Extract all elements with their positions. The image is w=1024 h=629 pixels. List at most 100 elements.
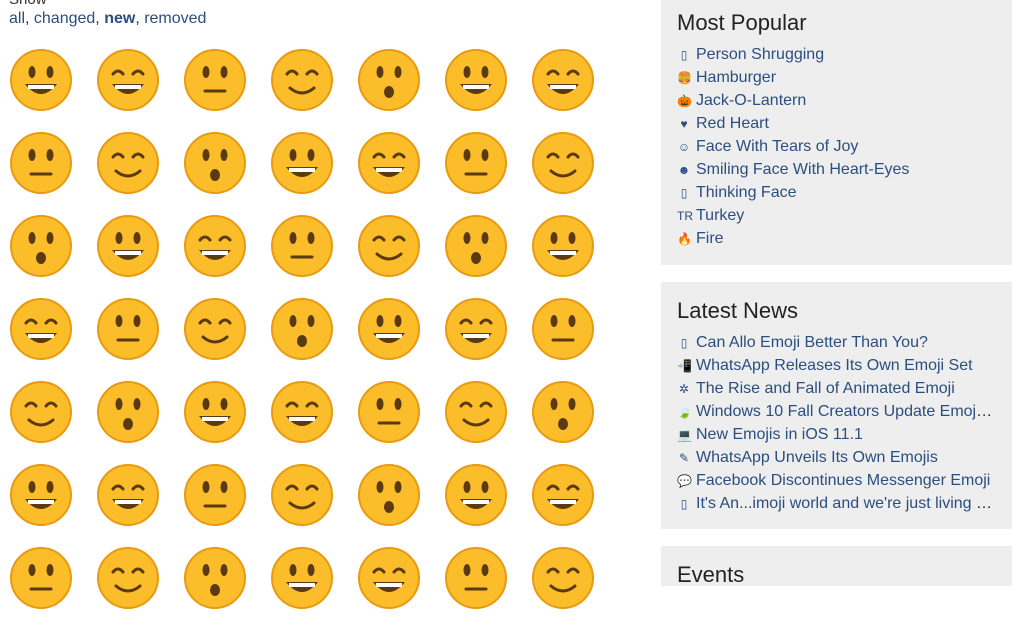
smiling-face-heart-eyes-emoji[interactable] xyxy=(444,131,531,214)
face-throwing-kiss-emoji[interactable] xyxy=(531,131,618,214)
most-popular-link[interactable]: TR Turkey xyxy=(677,207,744,224)
zipper-mouth-face-emoji[interactable] xyxy=(270,380,357,463)
most-popular-link[interactable]: 🎃 Jack-O-Lantern xyxy=(677,92,806,109)
most-popular-link[interactable]: ☺ Face With Tears of Joy xyxy=(677,138,859,155)
list-item: ▯ Thinking Face xyxy=(677,182,995,205)
most-popular-link[interactable]: 🔥 Fire xyxy=(677,230,724,247)
list-item: ☻ Smiling Face With Heart-Eyes xyxy=(677,159,995,182)
most-popular-link[interactable]: ▯ Person Shrugging xyxy=(677,46,824,63)
latest-news-link[interactable]: ▯ Can Allo Emoji Better Than You? xyxy=(677,334,928,351)
most-popular-link[interactable]: 🍔 Hamburger xyxy=(677,69,776,86)
thinking-face-emoji[interactable] xyxy=(9,297,96,380)
link-label: Facebook Discontinues Messenger Emoji xyxy=(696,472,991,489)
filter-removed-link[interactable]: removed xyxy=(144,10,206,27)
persevering-face-emoji[interactable] xyxy=(9,380,96,463)
rolling-on-floor-laughing-emoji[interactable] xyxy=(270,48,357,131)
kissing-face-closed-eyes-icon xyxy=(184,215,246,277)
kissing-face-icon xyxy=(10,215,72,277)
relieved-face-emoji[interactable] xyxy=(96,463,183,546)
person-shrugging-icon: ▯ xyxy=(680,48,688,62)
face-stuck-out-tongue-closed-eyes-emoji[interactable] xyxy=(357,463,444,546)
smiling-face-open-mouth-emoji[interactable] xyxy=(357,48,444,131)
latest-news-link[interactable]: 📲 WhatsApp Releases Its Own Emoji Set xyxy=(677,357,973,374)
smiling-face-smiling-eyes-emoji[interactable] xyxy=(183,131,270,214)
grinning-face-smiling-eyes-icon xyxy=(97,49,159,111)
neutral-face-emoji[interactable] xyxy=(183,297,270,380)
show-label: Show xyxy=(9,0,47,8)
most-popular-link[interactable]: ☻ Smiling Face With Heart-Eyes xyxy=(677,161,910,178)
latest-news-link[interactable]: 🍃 Windows 10 Fall Creators Update Emoji C… xyxy=(677,403,995,420)
latest-news-link[interactable]: ✎ WhatsApp Unveils Its Own Emojis xyxy=(677,449,938,466)
news-icon: ▯ xyxy=(680,497,688,511)
most-popular-link[interactable]: ▯ Thinking Face xyxy=(677,184,797,201)
hugging-face-emoji[interactable] xyxy=(444,214,531,297)
astonished-face-icon xyxy=(445,547,507,609)
fire-icon: 🔥 xyxy=(677,232,692,246)
link-label: Windows 10 Fall Creators Update Emoji Ch… xyxy=(696,403,995,420)
latest-news-link[interactable]: 💬 Facebook Discontinues Messenger Emoji xyxy=(677,472,990,489)
most-popular-link[interactable]: ♥ Red Heart xyxy=(677,115,768,132)
unamused-face-emoji[interactable] xyxy=(531,463,618,546)
emoji-grid xyxy=(9,48,619,629)
star-struck-icon xyxy=(532,215,594,277)
money-mouth-face-emoji[interactable] xyxy=(357,546,444,629)
kissing-face-closed-eyes-emoji[interactable] xyxy=(183,214,270,297)
smiling-face-open-mouth-icon xyxy=(358,49,420,111)
smiling-face-open-mouth-smiling-eyes-emoji[interactable] xyxy=(444,48,531,131)
smiling-face-open-mouth-cold-sweat-emoji[interactable] xyxy=(531,48,618,131)
filter-all-link[interactable]: all xyxy=(9,10,25,27)
grinning-face-smiling-eyes-emoji[interactable] xyxy=(96,48,183,131)
face-savouring-food-emoji[interactable] xyxy=(270,131,357,214)
face-stuck-out-tongue-winking-eye-icon xyxy=(271,464,333,526)
winking-face-emoji[interactable] xyxy=(96,131,183,214)
drooling-face-emoji[interactable] xyxy=(444,463,531,546)
smirking-face-emoji[interactable] xyxy=(531,297,618,380)
latest-news-link[interactable]: ✲ The Rise and Fall of Animated Emoji xyxy=(677,380,955,397)
most-popular-panel: Most Popular ▯ Person Shrugging 🍔 Hamburger… xyxy=(661,0,1012,265)
smiling-face-emoji[interactable] xyxy=(270,214,357,297)
sleeping-face-emoji[interactable] xyxy=(9,463,96,546)
winking-face-icon xyxy=(97,132,159,194)
smiling-face-open-mouth-tightly-closed-eyes-emoji[interactable] xyxy=(9,131,96,214)
grinning-face-emoji[interactable] xyxy=(9,48,96,131)
list-item: ▯ Person Shrugging xyxy=(677,44,995,67)
astonished-face-emoji[interactable] xyxy=(444,546,531,629)
smiling-face-sunglasses-emoji[interactable] xyxy=(357,131,444,214)
face-throwing-kiss-icon xyxy=(532,132,594,194)
latest-news-panel: Latest News ▯ Can Allo Emoji Better Than … xyxy=(661,282,1012,529)
list-item: ✎ WhatsApp Unveils Its Own Emojis xyxy=(677,447,995,470)
frowning-face-emoji[interactable] xyxy=(531,546,618,629)
latest-news-link[interactable]: 💻 New Emojis in iOS 11.1 xyxy=(677,426,863,443)
computer-icon: 💻 xyxy=(677,428,692,442)
disappointed-relieved-face-emoji[interactable] xyxy=(96,380,183,463)
tired-face-emoji[interactable] xyxy=(531,380,618,463)
sleepy-face-icon xyxy=(445,381,507,443)
star-struck-emoji[interactable] xyxy=(531,214,618,297)
link-label: Hamburger xyxy=(696,69,777,86)
confused-face-emoji[interactable] xyxy=(183,546,270,629)
downcast-face-sweat-emoji[interactable] xyxy=(9,546,96,629)
face-stuck-out-tongue-emoji[interactable] xyxy=(183,463,270,546)
face-stuck-out-tongue-winking-eye-emoji[interactable] xyxy=(270,463,357,546)
kissing-face-smiling-eyes-emoji[interactable] xyxy=(96,214,183,297)
filter-changed-link[interactable]: changed xyxy=(34,10,95,27)
slightly-smiling-face-emoji[interactable] xyxy=(357,214,444,297)
face-open-mouth-emoji[interactable] xyxy=(183,380,270,463)
face-without-mouth-emoji[interactable] xyxy=(357,297,444,380)
face-rolling-eyes-emoji[interactable] xyxy=(444,297,531,380)
jack-o-lantern-icon: 🎃 xyxy=(677,94,692,108)
downcast-face-sweat-icon xyxy=(10,547,72,609)
expressionless-face-emoji[interactable] xyxy=(270,297,357,380)
hushed-face-emoji[interactable] xyxy=(357,380,444,463)
upside-down-face-emoji[interactable] xyxy=(270,546,357,629)
sleepy-face-emoji[interactable] xyxy=(444,380,531,463)
latest-news-link[interactable]: ▯ It's An...imoji world and we're just li… xyxy=(677,495,995,512)
pensive-face-emoji[interactable] xyxy=(96,546,183,629)
face-raised-eyebrow-emoji[interactable] xyxy=(96,297,183,380)
filter-new-link[interactable]: new xyxy=(104,10,135,27)
kissing-face-emoji[interactable] xyxy=(9,214,96,297)
face-stuck-out-tongue-closed-eyes-icon xyxy=(358,464,420,526)
face-raised-eyebrow-icon xyxy=(97,298,159,360)
face-with-tears-of-joy-emoji[interactable] xyxy=(183,48,270,131)
unveil-icon: ✎ xyxy=(678,451,690,465)
